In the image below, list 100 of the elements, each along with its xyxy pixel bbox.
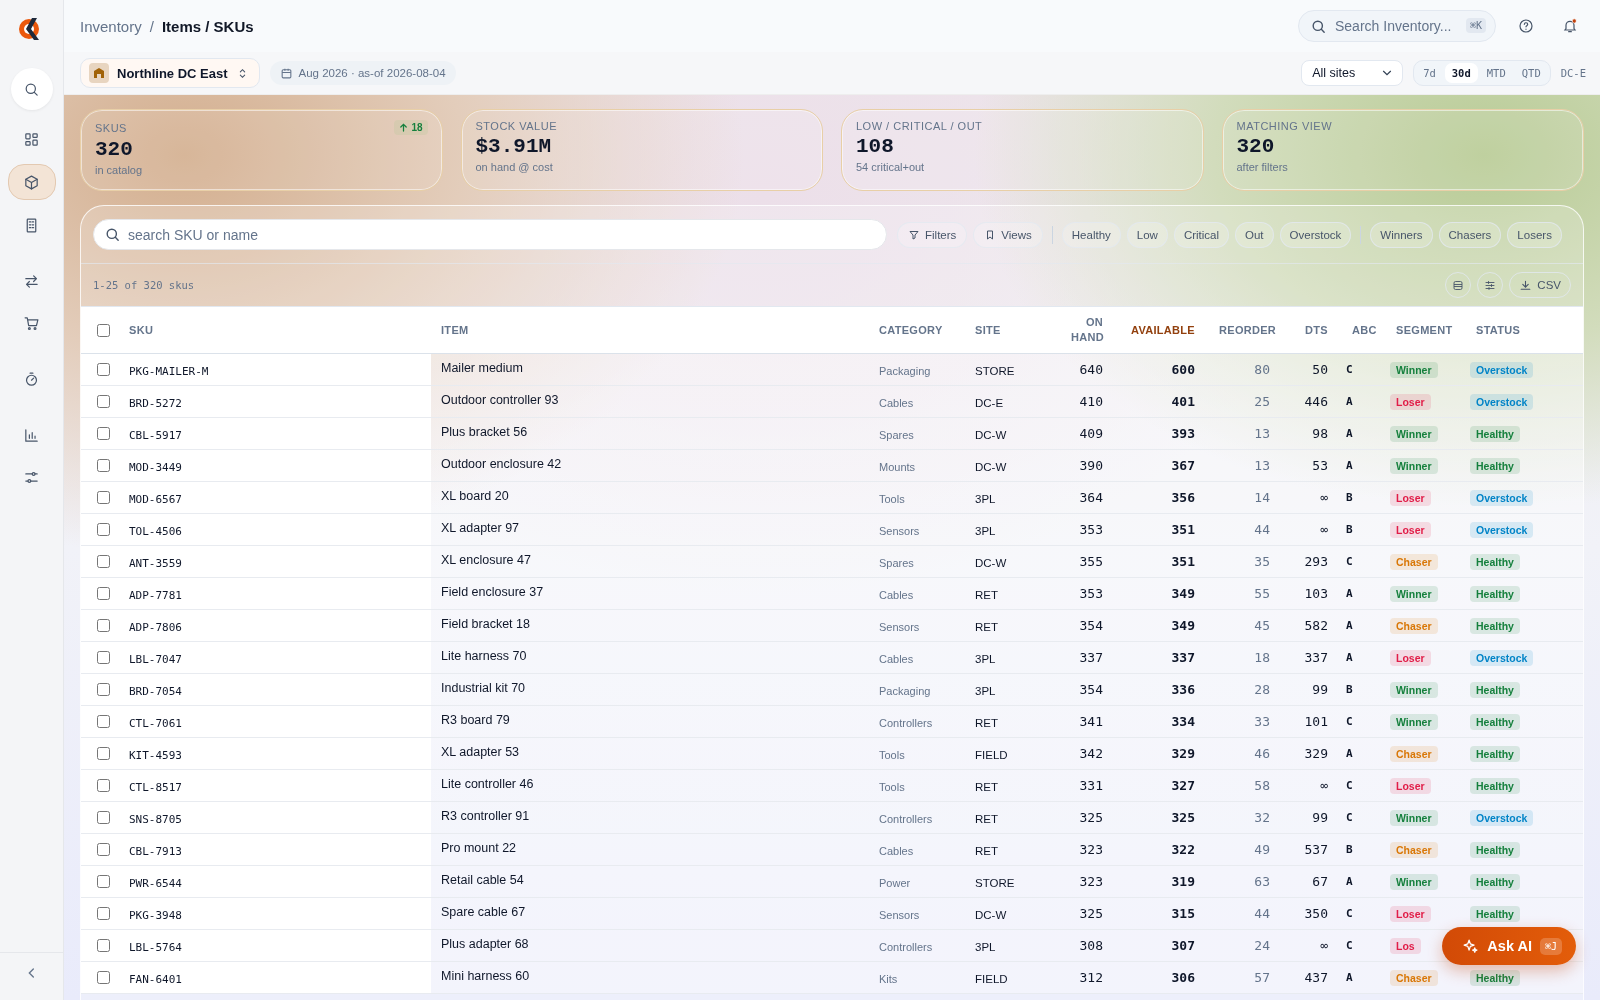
abc-cell: C <box>1346 811 1353 824</box>
row-checkbox[interactable] <box>96 587 110 600</box>
category-cell: Controllers <box>879 813 933 825</box>
column-header[interactable]: CATEGORY <box>879 324 943 336</box>
on-hand-cell: 640 <box>1079 362 1103 377</box>
row-checkbox[interactable] <box>96 779 110 792</box>
row-checkbox[interactable] <box>96 427 110 440</box>
column-header[interactable]: ABC <box>1352 324 1377 336</box>
reorder-cell: 13 <box>1254 426 1270 441</box>
status-badge: Overstock <box>1470 521 1534 538</box>
kpi-label: MATCHING VIEW <box>1236 120 1332 132</box>
on-hand-cell: 323 <box>1079 842 1103 857</box>
row-checkbox[interactable] <box>96 491 110 504</box>
column-header[interactable]: STATUS <box>1476 324 1521 336</box>
site-select[interactable]: All sites <box>1301 60 1404 86</box>
on-hand-cell: 355 <box>1079 554 1103 569</box>
status-filter-chip[interactable]: Overstock <box>1279 221 1352 248</box>
row-checkbox[interactable] <box>96 811 110 824</box>
breadcrumb-link[interactable]: Inventory <box>80 17 142 35</box>
row-checkbox[interactable] <box>96 971 110 984</box>
bookmark-button[interactable]: Views <box>973 221 1043 248</box>
on-hand-cell: 342 <box>1079 746 1103 761</box>
status-filter-chip[interactable]: Healthy <box>1061 221 1121 248</box>
sparkle-icon <box>1462 937 1480 955</box>
abc-cell: C <box>1346 555 1353 568</box>
item-cell: XL enclosure 47 <box>441 552 531 567</box>
on-hand-cell: 331 <box>1079 778 1103 793</box>
row-checkbox[interactable] <box>96 875 110 888</box>
status-badge: Healthy <box>1470 617 1520 634</box>
segment-filter-chip[interactable]: Chasers <box>1438 221 1502 248</box>
segment-filter-chip[interactable]: Losers <box>1507 221 1562 248</box>
item-cell: Field enclosure 37 <box>441 584 544 599</box>
row-checkbox[interactable] <box>96 939 110 952</box>
period-label: Aug 2026 · as-of 2026-08-04 <box>269 61 456 85</box>
segment-filter-chip[interactable]: Winners <box>1370 221 1433 248</box>
column-header[interactable]: ITEM <box>441 324 469 336</box>
abc-cell: C <box>1346 939 1353 952</box>
status-filter-chip[interactable]: Critical <box>1173 221 1230 248</box>
row-checkbox[interactable] <box>96 747 110 760</box>
funnel-icon <box>908 228 920 241</box>
column-header[interactable]: SITE <box>975 324 1001 336</box>
status-badge: Healthy <box>1470 841 1520 858</box>
row-checkbox[interactable] <box>96 907 110 920</box>
status-filter-chip[interactable]: Low <box>1126 221 1168 248</box>
ask-ai-button[interactable]: Ask AI ⌘J <box>1442 927 1576 965</box>
available-cell: 600 <box>1171 362 1195 377</box>
row-checkbox[interactable] <box>96 523 110 536</box>
reorder-cell: 44 <box>1254 906 1270 921</box>
row-checkbox[interactable] <box>96 459 110 472</box>
filter-button[interactable]: Filters <box>897 221 968 248</box>
segment-badge: Chaser <box>1390 745 1438 762</box>
table-search-field[interactable]: search SKU or name <box>93 219 887 250</box>
available-cell: 349 <box>1171 618 1195 633</box>
select-all-checkbox[interactable] <box>96 323 110 337</box>
sku-cell: ADP-7806 <box>129 621 182 634</box>
column-header[interactable]: DTS <box>1305 324 1328 336</box>
status-badge: Overstock <box>1470 809 1534 826</box>
range-tab[interactable]: QTD <box>1514 63 1548 83</box>
sidebar-box-icon[interactable] <box>7 164 56 200</box>
row-checkbox[interactable] <box>96 555 110 568</box>
status-badge: Overstock <box>1470 393 1534 410</box>
search-icon <box>104 226 121 243</box>
site-cell: RET <box>975 845 998 857</box>
row-checkbox[interactable] <box>96 363 110 376</box>
reorder-cell: 63 <box>1254 874 1270 889</box>
segment-badge: Loser <box>1390 649 1431 666</box>
sku-cell: CTL-8517 <box>129 781 182 794</box>
on-hand-cell: 312 <box>1079 970 1103 985</box>
row-checkbox[interactable] <box>96 395 110 408</box>
row-checkbox[interactable] <box>96 715 110 728</box>
column-header[interactable]: ON HAND <box>1071 315 1103 345</box>
status-badge: Healthy <box>1470 905 1520 922</box>
category-cell: Controllers <box>879 941 933 953</box>
location-selector[interactable]: Northline DC East <box>80 58 260 88</box>
status-badge: Healthy <box>1470 873 1520 890</box>
column-header[interactable]: REORDER <box>1219 324 1277 336</box>
row-checkbox[interactable] <box>96 683 110 696</box>
site-cell: 3PL <box>975 525 996 537</box>
column-header[interactable]: SKU <box>129 324 154 336</box>
row-checkbox[interactable] <box>96 619 110 632</box>
status-filter-chip[interactable]: Out <box>1235 221 1274 248</box>
kpi-value: 320 <box>95 138 134 161</box>
category-cell: Cables <box>879 589 914 601</box>
sku-cell: KIT-4593 <box>129 749 182 762</box>
on-hand-cell: 409 <box>1079 426 1103 441</box>
range-tab[interactable]: 30d <box>1444 63 1478 83</box>
available-cell: 306 <box>1171 970 1195 985</box>
range-tab[interactable]: MTD <box>1479 63 1513 83</box>
column-header[interactable]: AVAILABLE <box>1131 324 1195 336</box>
row-checkbox[interactable] <box>96 651 110 664</box>
dts-cell: ∞ <box>1320 938 1328 953</box>
segment-badge: Chaser <box>1390 969 1438 986</box>
range-tab[interactable]: 7d <box>1416 63 1443 83</box>
segment-badge: Winner <box>1390 873 1438 890</box>
status-badge: Healthy <box>1470 553 1520 570</box>
reorder-cell: 32 <box>1254 810 1270 825</box>
kpi-label: SKUS <box>95 121 127 134</box>
column-header[interactable]: SEGMENT <box>1396 324 1453 336</box>
row-checkbox[interactable] <box>96 843 110 856</box>
site-cell: DC-E <box>975 397 1004 409</box>
